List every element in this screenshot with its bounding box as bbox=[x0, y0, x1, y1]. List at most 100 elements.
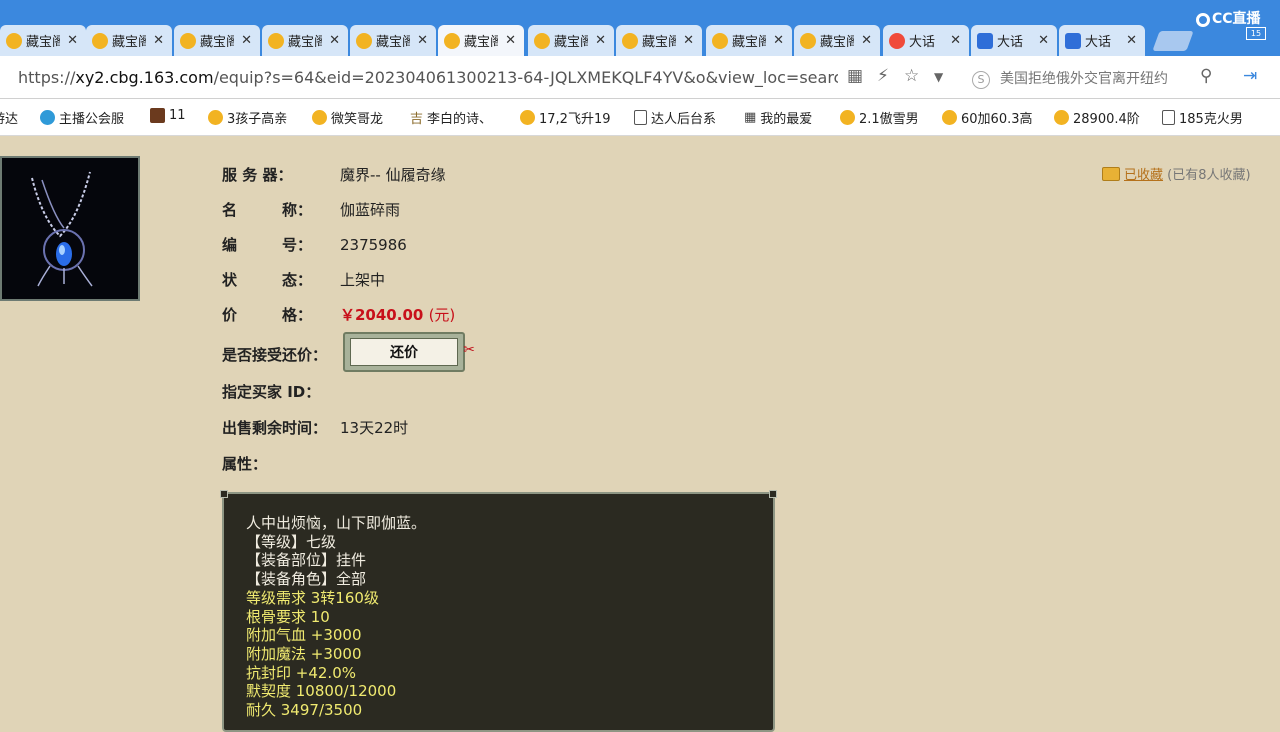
browser-tab[interactable]: 藏宝阁 ✕ bbox=[616, 25, 702, 56]
bookmark-item[interactable]: 主播公会服 bbox=[40, 108, 124, 127]
favorite-area: 已收藏 (已有8人收藏) bbox=[1102, 164, 1251, 183]
close-icon[interactable]: ✕ bbox=[1126, 33, 1137, 48]
status-label: 状 态： bbox=[222, 271, 313, 289]
name-value: 伽蓝碎雨 bbox=[340, 201, 401, 219]
bookmark-item[interactable]: 28900.4阶 bbox=[1054, 108, 1140, 127]
attribute-line: 附加气血 +3000 bbox=[246, 626, 362, 645]
search-box[interactable]: S 美国拒绝俄外交官离开纽约 bbox=[972, 68, 1168, 89]
status-row: 状 态： 上架中 bbox=[222, 269, 385, 290]
document-icon bbox=[1162, 110, 1175, 125]
bookmark-item[interactable]: 185克火男 bbox=[1162, 108, 1243, 127]
browser-tab[interactable]: 大话 ✕ bbox=[971, 25, 1057, 56]
bookmark-item[interactable]: 3孩子高亲 bbox=[208, 108, 287, 127]
chick-icon bbox=[208, 110, 223, 125]
close-icon[interactable]: ✕ bbox=[1038, 33, 1049, 48]
tab-label: 藏宝阁 bbox=[464, 35, 498, 50]
picture-icon bbox=[150, 108, 165, 123]
bookmark-item[interactable]: 11 bbox=[150, 108, 186, 123]
id-value: 2375986 bbox=[340, 236, 407, 254]
login-icon[interactable]: ⇥ bbox=[1243, 66, 1257, 86]
bookmark-label: 28900.4阶 bbox=[1073, 112, 1140, 127]
bookmark-label: 我的最爱 bbox=[760, 112, 813, 127]
bookmark-item[interactable]: 游达 bbox=[0, 108, 18, 127]
buyer-label: 指定买家 ID： bbox=[222, 383, 321, 401]
close-icon[interactable]: ✕ bbox=[505, 33, 516, 48]
browser-tab[interactable]: 藏宝阁 ✕ bbox=[86, 25, 172, 56]
browser-tab[interactable]: 藏宝阁 ✕ bbox=[706, 25, 792, 56]
bookmark-label: 60加60.3高 bbox=[961, 112, 1033, 127]
browser-tab[interactable]: 藏宝阁 ✕ bbox=[528, 25, 614, 56]
chevron-down-icon[interactable]: ▼ bbox=[934, 70, 943, 84]
favorite-link[interactable]: 已收藏 bbox=[1124, 168, 1163, 183]
server-row: 服 务 器： 魔界-- 仙履奇缘 bbox=[222, 164, 446, 185]
tab-label: 藏宝阁 bbox=[26, 35, 60, 50]
close-icon[interactable]: ✕ bbox=[773, 33, 784, 48]
tab-bar: 藏宝阁 ✕ 藏宝阁 ✕ 藏宝阁 ✕ 藏宝阁 ✕ 藏宝阁 ✕ 藏宝阁 ✕ 藏宝阁 ✕ 藏宝阁 ✕ 藏宝阁 ✕ 藏宝阁 ✕… bbox=[0, 0, 1280, 56]
bargain-row: 是否接受还价： bbox=[222, 344, 340, 365]
bookmarks-bar: 游达 主播公会服 11 3孩子高亲 微笑哥龙 吉李白的诗、 17,2飞升19 达人后台系 ▦我的… bbox=[0, 99, 1280, 136]
star-icon[interactable]: ☆ bbox=[904, 66, 919, 86]
status-value: 上架中 bbox=[340, 271, 386, 289]
url-field[interactable]: https://xy2.cbg.163.com/equip?s=64&eid=2… bbox=[18, 68, 838, 87]
plant-icon: 吉 bbox=[410, 112, 424, 127]
chick-icon bbox=[534, 32, 550, 49]
tab-label: 大话 bbox=[1085, 35, 1112, 50]
close-icon[interactable]: ✕ bbox=[417, 33, 428, 48]
chick-icon bbox=[92, 32, 108, 49]
search-icon[interactable]: ⚲ bbox=[1200, 66, 1212, 86]
bookmark-item[interactable]: ▦ 我的最爱 bbox=[744, 108, 812, 127]
scissors-icon: ✂ bbox=[463, 342, 475, 358]
close-icon[interactable]: ✕ bbox=[950, 33, 961, 48]
chick-icon bbox=[712, 32, 728, 49]
search-suggestion-text: 美国拒绝俄外交官离开纽约 bbox=[1000, 71, 1168, 87]
lightning-icon[interactable]: ⚡ bbox=[877, 66, 889, 86]
browser-tab[interactable]: 藏宝阁 ✕ bbox=[794, 25, 880, 56]
chick-icon bbox=[800, 32, 816, 49]
grid-icon: ▦ bbox=[744, 109, 757, 125]
bookmark-item[interactable]: 2.1傲雪男 bbox=[840, 108, 919, 127]
close-icon[interactable]: ✕ bbox=[241, 33, 252, 48]
name-row: 名 称： 伽蓝碎雨 bbox=[222, 199, 400, 220]
attribute-line: 【装备角色】全部 bbox=[246, 570, 367, 589]
corner-ornament bbox=[769, 490, 777, 498]
chick-icon bbox=[312, 110, 327, 125]
bookmark-item[interactable]: 达人后台系 bbox=[634, 108, 716, 127]
bargain-button[interactable]: 还价 ✂ bbox=[343, 332, 475, 372]
bookmark-item[interactable]: 吉李白的诗、 bbox=[410, 108, 492, 127]
browser-tab[interactable]: 藏宝阁 ✕ bbox=[0, 25, 86, 56]
close-icon[interactable]: ✕ bbox=[67, 33, 78, 48]
attribute-line: 【装备部位】挂件 bbox=[246, 551, 367, 570]
close-icon[interactable]: ✕ bbox=[683, 33, 694, 48]
bookmark-item[interactable]: 微笑哥龙 bbox=[312, 108, 383, 127]
browser-tab[interactable]: 藏宝阁 ✕ bbox=[438, 25, 524, 56]
remaining-time-row: 出售剩余时间： 13天22时 bbox=[222, 417, 408, 438]
chick-icon bbox=[6, 32, 22, 49]
bookmark-item[interactable]: 17,2飞升19 bbox=[520, 108, 611, 127]
close-icon[interactable]: ✕ bbox=[861, 33, 872, 48]
attribute-line: 人中出烦恼，山下即伽蓝。 bbox=[246, 514, 427, 532]
attributes-row: 属性： bbox=[222, 453, 340, 474]
browser-tab[interactable]: 藏宝阁 ✕ bbox=[262, 25, 348, 56]
server-value: 魔界-- 仙履奇缘 bbox=[340, 166, 446, 184]
browser-tab[interactable]: 大话 ✕ bbox=[883, 25, 969, 56]
browser-tab[interactable]: 大话 ✕ bbox=[1059, 25, 1145, 56]
bookmark-label: 李白的诗、 bbox=[427, 112, 493, 127]
tab-label: 藏宝阁 bbox=[112, 35, 146, 50]
tab-label: 大话 bbox=[909, 35, 936, 50]
close-icon[interactable]: ✕ bbox=[329, 33, 340, 48]
qr-code-icon[interactable]: ▦ bbox=[847, 66, 863, 86]
favorite-count: (已有8人收藏) bbox=[1167, 168, 1251, 183]
bookmark-label: 2.1傲雪男 bbox=[859, 112, 919, 127]
chick-icon bbox=[942, 110, 957, 125]
new-tab-button[interactable] bbox=[1152, 31, 1194, 51]
bookmark-item[interactable]: 60加60.3高 bbox=[942, 108, 1033, 127]
chick-icon bbox=[444, 32, 460, 49]
close-icon[interactable]: ✕ bbox=[595, 33, 606, 48]
remaining-time-value: 13天22时 bbox=[340, 419, 409, 437]
browser-tab[interactable]: 藏宝阁 ✕ bbox=[174, 25, 260, 56]
chick-icon bbox=[1054, 110, 1069, 125]
tab-label: 藏宝阁 bbox=[376, 35, 410, 50]
bargain-button-label: 还价 bbox=[350, 338, 458, 366]
close-icon[interactable]: ✕ bbox=[153, 33, 164, 48]
browser-tab[interactable]: 藏宝阁 ✕ bbox=[350, 25, 436, 56]
